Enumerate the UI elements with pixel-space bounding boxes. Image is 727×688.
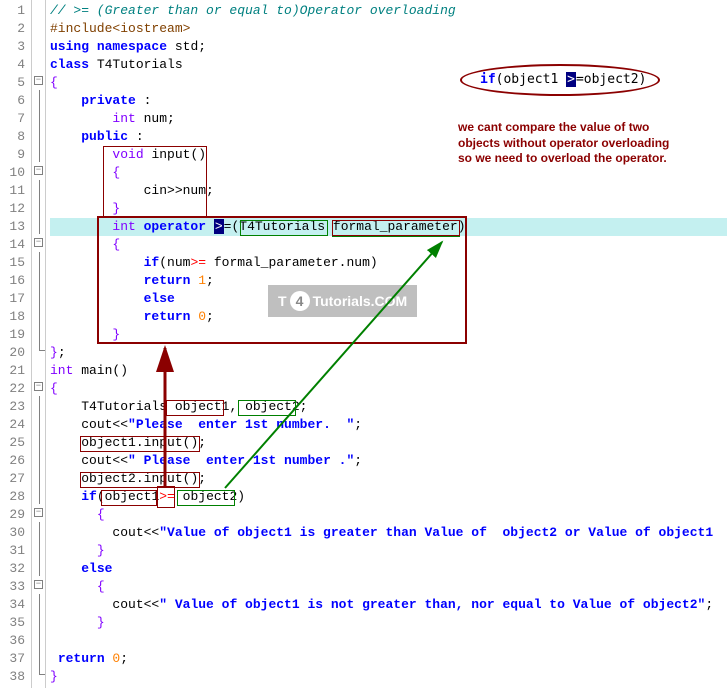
annotation-underline	[332, 236, 460, 237]
line-number: 15	[2, 254, 25, 272]
annotation-ellipse-text: if(object1 >=object2)	[480, 72, 646, 87]
annotation-box-object1	[166, 400, 224, 416]
line-number: 11	[2, 182, 25, 200]
line-number: 28	[2, 488, 25, 506]
line-number: 6	[2, 92, 25, 110]
line-number: 23	[2, 398, 25, 416]
line-number: 20	[2, 344, 25, 362]
line-number: 25	[2, 434, 25, 452]
line-number: 19	[2, 326, 25, 344]
annotation-box-if-op	[157, 486, 175, 508]
line-number: 8	[2, 128, 25, 146]
line-number: 21	[2, 362, 25, 380]
fold-toggle[interactable]: −	[32, 234, 45, 252]
fold-column: − − − − − −	[32, 0, 46, 688]
annotation-box-object2	[238, 400, 296, 416]
fold-toggle[interactable]: −	[32, 72, 45, 90]
line-number: 24	[2, 416, 25, 434]
annotation-box-if-object1	[101, 490, 157, 506]
line-number: 22	[2, 380, 25, 398]
line-number: 38	[2, 668, 25, 686]
comment: // >= (Greater than or equal to)Operator…	[50, 3, 456, 18]
line-number: 26	[2, 452, 25, 470]
annotation-box-object2-input	[80, 472, 200, 488]
annotation-box-if-object2	[177, 490, 235, 506]
line-number: 36	[2, 632, 25, 650]
line-number: 35	[2, 614, 25, 632]
line-number: 30	[2, 524, 25, 542]
line-number: 7	[2, 110, 25, 128]
annotation-box-param-type	[240, 220, 328, 236]
code-editor[interactable]: 1 2 3 4 5 6 7 8 9 10 11 12 13 14 15 16 1…	[0, 0, 727, 688]
line-number: 34	[2, 596, 25, 614]
line-number-gutter: 1 2 3 4 5 6 7 8 9 10 11 12 13 14 15 16 1…	[0, 0, 32, 688]
annotation-box-param-name	[332, 220, 460, 236]
line-number: 3	[2, 38, 25, 56]
watermark-circle-icon: 4	[290, 291, 310, 311]
fold-toggle[interactable]: −	[32, 162, 45, 180]
annotation-box-input-method	[103, 146, 207, 218]
fold-toggle[interactable]: −	[32, 504, 45, 522]
line-number: 10	[2, 164, 25, 182]
line-number: 13	[2, 218, 25, 236]
watermark: T4Tutorials.COM	[268, 285, 417, 317]
line-number: 16	[2, 272, 25, 290]
line-number: 14	[2, 236, 25, 254]
line-number: 17	[2, 290, 25, 308]
code-area[interactable]: // >= (Greater than or equal to)Operator…	[46, 0, 727, 688]
line-number: 37	[2, 650, 25, 668]
line-number: 31	[2, 542, 25, 560]
line-number: 1	[2, 2, 25, 20]
line-number: 33	[2, 578, 25, 596]
fold-toggle[interactable]: −	[32, 576, 45, 594]
line-number: 2	[2, 20, 25, 38]
line-number: 5	[2, 74, 25, 92]
line-number: 27	[2, 470, 25, 488]
line-number: 29	[2, 506, 25, 524]
line-number: 18	[2, 308, 25, 326]
annotation-box-object1-input	[80, 436, 200, 452]
line-number: 12	[2, 200, 25, 218]
line-number: 32	[2, 560, 25, 578]
line-number: 4	[2, 56, 25, 74]
line-number: 9	[2, 146, 25, 164]
preprocessor: #include<iostream>	[50, 21, 190, 36]
fold-toggle[interactable]: −	[32, 378, 45, 396]
annotation-note: we cant compare the value of two objects…	[458, 120, 698, 167]
